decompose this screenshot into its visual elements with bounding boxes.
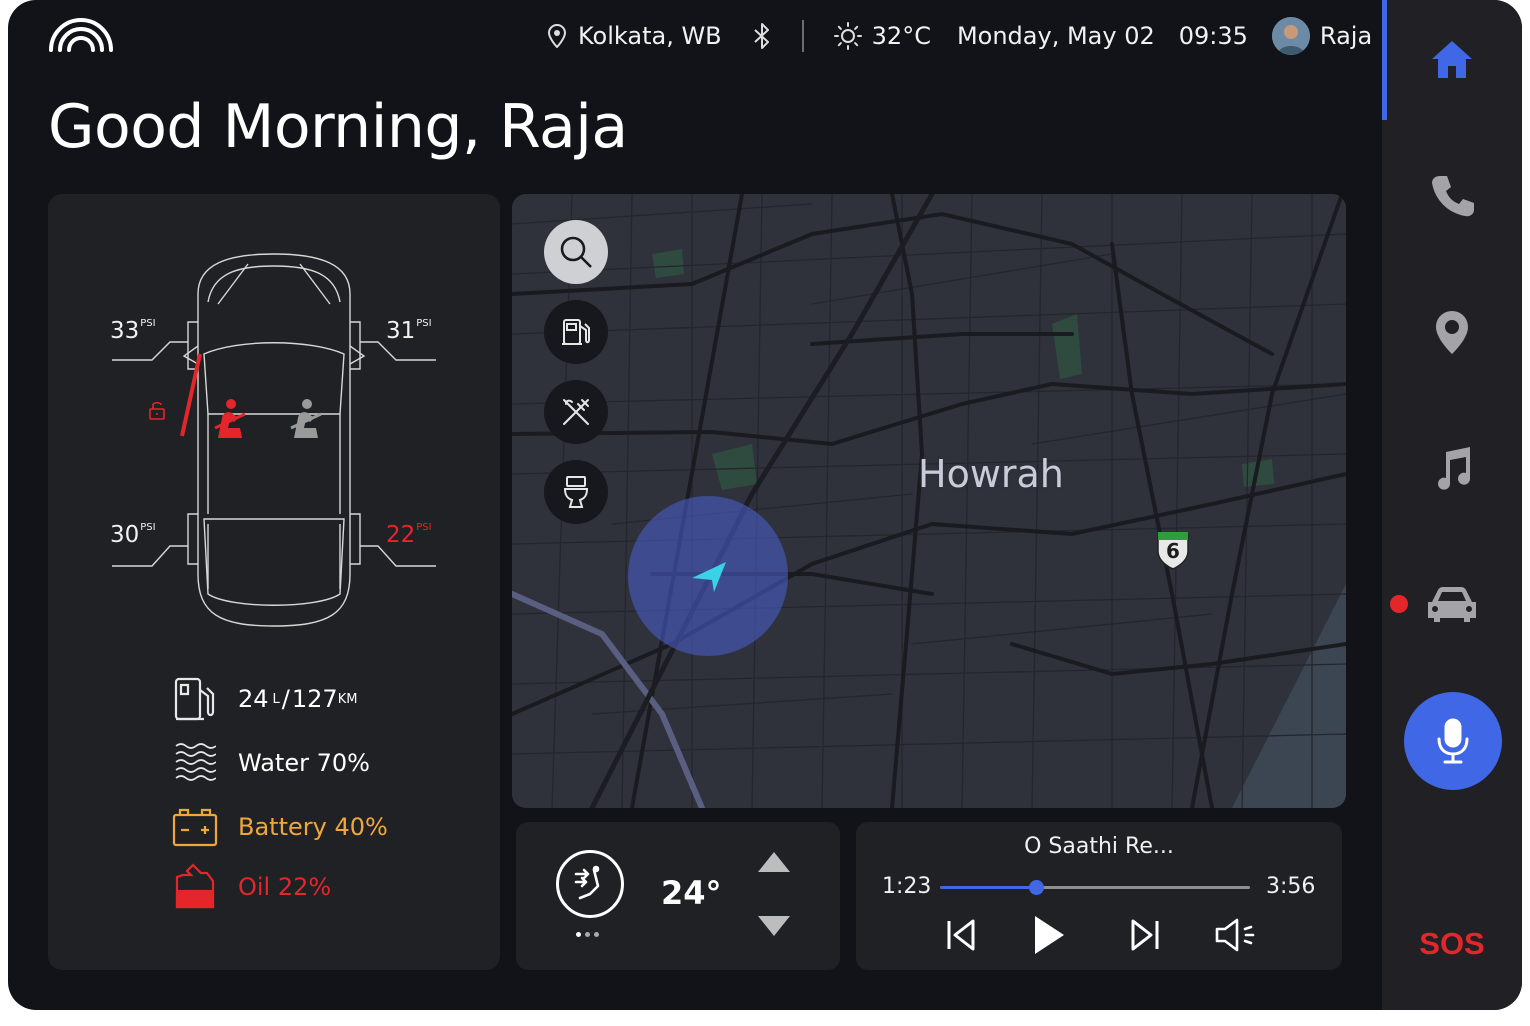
vehicle-status-panel[interactable]: 33PSI 31PSI 30PSI 22PSI 24 L / 127 KM Wa… — [48, 194, 500, 970]
map-pin-icon — [1436, 311, 1468, 354]
highway-shield-icon: 6 — [1155, 529, 1191, 571]
skip-previous-icon — [947, 919, 975, 951]
progress-handle[interactable] — [1029, 880, 1045, 895]
toilet-icon — [560, 475, 592, 509]
sidebar-item-vehicle[interactable] — [1382, 554, 1522, 654]
avatar — [1271, 17, 1310, 55]
elapsed-time: 1:23 — [882, 874, 932, 899]
skip-next-icon — [1131, 919, 1159, 951]
play-button[interactable] — [1024, 910, 1074, 960]
oil-stat: Oil 22% — [172, 863, 332, 910]
car-icon — [1428, 587, 1476, 622]
map-roads — [512, 194, 1346, 808]
media-player[interactable]: O Saathi Re... 1:23 3:56 — [856, 822, 1342, 970]
fuel-separator: / — [281, 685, 290, 713]
restaurant-button[interactable] — [544, 380, 608, 444]
battery-icon — [172, 804, 218, 850]
seat-climate-button[interactable] — [556, 850, 624, 918]
battery-stat: Battery 40% — [172, 804, 388, 850]
navigation-map[interactable]: Howrah 6 — [512, 194, 1346, 808]
climate-control[interactable]: 24° — [516, 822, 840, 970]
more-dots-icon[interactable] — [576, 932, 599, 937]
microphone-icon — [1437, 718, 1469, 764]
weather-indicator: 32°C — [833, 22, 931, 50]
sidebar-item-phone[interactable] — [1382, 146, 1522, 246]
tire-front-left-pressure: 33PSI — [110, 318, 156, 344]
fuel-station-button[interactable] — [544, 300, 608, 364]
tire-front-right-pressure: 31PSI — [386, 318, 432, 344]
song-title: O Saathi Re... — [1024, 834, 1174, 859]
location-pin-icon — [548, 24, 566, 48]
dashboard-screen: Kolkata, WB 32°C Monday, May 02 09:35 Ra… — [8, 0, 1522, 1010]
divider — [801, 20, 804, 52]
speaker-icon — [1215, 918, 1255, 952]
bluetooth-icon[interactable] — [752, 22, 772, 50]
location-indicator[interactable]: Kolkata, WB — [548, 22, 722, 50]
phone-icon — [1432, 176, 1474, 217]
music-note-icon — [1438, 447, 1470, 490]
fuel-pump-icon — [172, 676, 218, 722]
cabin-temperature: 24° — [661, 874, 722, 912]
volume-button[interactable] — [1210, 910, 1260, 960]
tire-rear-right-pressure: 22PSI — [386, 522, 432, 548]
weather-text: 32°C — [871, 22, 931, 50]
fuel-range: 127 — [291, 685, 338, 713]
greeting-title: Good Morning, Raja — [48, 92, 628, 162]
location-text: Kolkata, WB — [578, 22, 722, 50]
sidebar-item-music[interactable] — [1382, 418, 1522, 518]
fuel-unit: L — [272, 691, 280, 707]
play-icon — [1035, 916, 1064, 954]
water-stat: Water 70% — [172, 740, 370, 786]
oil-can-icon — [172, 863, 218, 910]
sos-button[interactable]: SOS — [1382, 926, 1522, 962]
next-track-button[interactable] — [1120, 910, 1170, 960]
total-duration: 3:56 — [1266, 874, 1316, 899]
map-search-button[interactable] — [544, 220, 608, 284]
seatbelt-driver-icon — [210, 398, 250, 440]
seatbelt-passenger-icon — [286, 398, 326, 440]
sun-icon — [833, 22, 862, 50]
sidebar-item-home[interactable] — [1382, 10, 1522, 110]
date-text: Monday, May 02 — [956, 22, 1155, 50]
clock-text: 09:35 — [1178, 22, 1248, 50]
fuel-amount: 24 — [238, 685, 269, 713]
triangle-up-icon — [758, 852, 790, 872]
temp-down-button[interactable] — [756, 914, 792, 938]
home-icon — [1432, 41, 1472, 78]
highway-number: 6 — [1166, 539, 1180, 563]
progress-slider[interactable] — [940, 880, 1250, 895]
brand-logo-icon — [48, 18, 114, 56]
search-icon — [559, 235, 593, 269]
water-waves-icon — [172, 740, 218, 786]
voice-assistant-button[interactable] — [1404, 692, 1502, 790]
car-top-view-icon — [112, 253, 436, 627]
triangle-down-icon — [758, 916, 790, 936]
sidebar-nav: SOS — [1382, 0, 1522, 1010]
restroom-button[interactable] — [544, 460, 608, 524]
water-level: Water 70% — [238, 749, 370, 777]
fork-knife-icon — [560, 396, 592, 428]
progress-fill — [940, 886, 1037, 889]
previous-track-button[interactable] — [936, 910, 986, 960]
map-area-label: Howrah — [918, 452, 1064, 496]
sidebar-item-navigation[interactable] — [1382, 282, 1522, 382]
oil-level: Oil 22% — [238, 873, 332, 901]
status-bar: Kolkata, WB 32°C Monday, May 02 09:35 Ra… — [548, 14, 1372, 58]
temp-up-button[interactable] — [756, 850, 792, 874]
user-name: Raja — [1319, 22, 1373, 50]
tire-rear-left-pressure: 30PSI — [110, 522, 156, 548]
gas-station-icon — [560, 316, 592, 348]
range-unit: KM — [337, 691, 358, 707]
unlock-icon — [148, 400, 166, 420]
user-profile[interactable]: Raja — [1271, 17, 1373, 55]
seat-airflow-icon — [570, 864, 610, 904]
battery-level: Battery 40% — [238, 813, 388, 841]
fuel-stat: 24 L / 127 KM — [172, 676, 357, 722]
